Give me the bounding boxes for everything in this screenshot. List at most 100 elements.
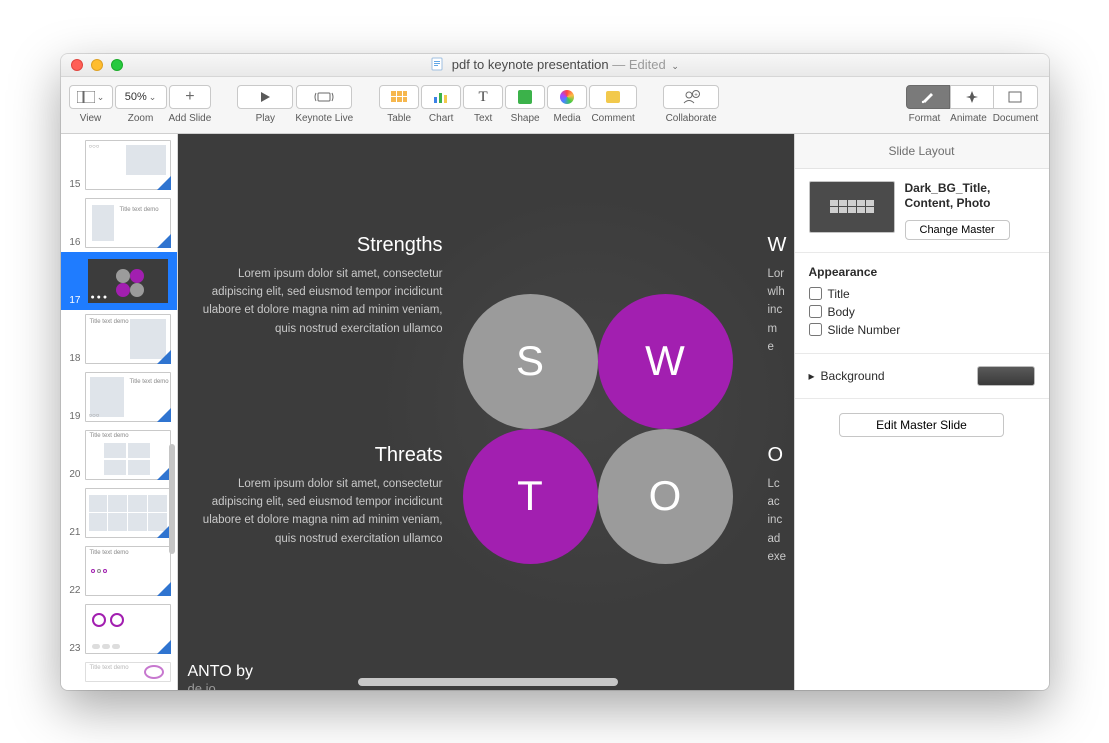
edit-master-slide-button[interactable]: Edit Master Slide bbox=[839, 413, 1004, 437]
animate-button[interactable] bbox=[950, 85, 994, 109]
app-window: pdf to keynote presentation — Edited ⌄ ⌄… bbox=[61, 54, 1049, 690]
background-label: Background bbox=[821, 369, 885, 383]
comment-label: Comment bbox=[591, 113, 634, 124]
table-button[interactable] bbox=[379, 85, 419, 109]
chevron-down-icon: ⌄ bbox=[97, 92, 105, 103]
nav-slide[interactable]: 22 Title text demo bbox=[61, 542, 177, 600]
slide-thumbnail: Title text demo○○○ bbox=[85, 372, 171, 422]
canvas-scrollbar[interactable] bbox=[358, 678, 618, 686]
appearance-heading: Appearance bbox=[809, 265, 1035, 279]
chart-button[interactable] bbox=[421, 85, 461, 109]
media-button[interactable] bbox=[547, 85, 587, 109]
collaborate-button[interactable]: + bbox=[663, 85, 719, 109]
document-icon bbox=[430, 57, 444, 71]
threats-body: Lorem ipsum dolor sit amet, consectetur … bbox=[198, 475, 443, 549]
slide-number: 22 bbox=[67, 585, 81, 596]
shape-label: Shape bbox=[511, 113, 540, 124]
background-color-swatch[interactable] bbox=[977, 366, 1035, 386]
zoom-button[interactable]: 50% ⌄ bbox=[115, 85, 167, 109]
comment-icon bbox=[606, 91, 620, 103]
nav-slide[interactable]: 15 ○○○ bbox=[61, 136, 177, 194]
nav-slide[interactable]: 23 bbox=[61, 600, 177, 658]
slidenum-checkbox-row[interactable]: Slide Number bbox=[809, 323, 1035, 337]
slide-number: 18 bbox=[67, 353, 81, 364]
format-icon bbox=[920, 90, 936, 104]
document-button[interactable] bbox=[994, 85, 1038, 109]
titlebar: pdf to keynote presentation — Edited ⌄ bbox=[61, 54, 1049, 77]
swot-w-circle: W bbox=[598, 294, 733, 429]
text-button[interactable]: T bbox=[463, 85, 503, 109]
toolbar: ⌄ View 50% ⌄ Zoom + Add Slide Play K bbox=[61, 77, 1049, 134]
chart-icon bbox=[433, 91, 449, 103]
slide-thumbnail: Title text demo bbox=[85, 546, 171, 596]
nav-slide[interactable]: 21 bbox=[61, 484, 177, 542]
nav-slide-selected[interactable]: 17 ● ● ● bbox=[61, 252, 177, 310]
shape-icon bbox=[518, 90, 532, 104]
document-label: Document bbox=[991, 113, 1041, 124]
minimize-window-button[interactable] bbox=[91, 59, 103, 71]
play-label: Play bbox=[256, 113, 275, 124]
window-controls bbox=[61, 59, 123, 71]
view-icon bbox=[77, 91, 95, 103]
background-disclosure[interactable]: ▸ Background bbox=[809, 369, 885, 383]
slidenum-checkbox[interactable] bbox=[809, 323, 822, 336]
body-checkbox-row[interactable]: Body bbox=[809, 305, 1035, 319]
nav-slide[interactable]: 16 Title text demo bbox=[61, 194, 177, 252]
table-icon bbox=[391, 91, 407, 103]
title-checkbox[interactable] bbox=[809, 287, 822, 300]
slide-thumbnail: Title text demo bbox=[85, 430, 171, 480]
slide-navigator[interactable]: 15 ○○○ 16 Title text demo 17 ● ● ● 18 bbox=[61, 134, 178, 690]
slide-thumbnail: ● ● ● bbox=[85, 256, 171, 306]
title-dropdown-icon[interactable]: ⌄ bbox=[671, 61, 679, 71]
inspector-header: Slide Layout bbox=[795, 134, 1049, 169]
window-edited-status: — Edited bbox=[612, 57, 665, 72]
view-label: View bbox=[80, 113, 102, 124]
format-label: Format bbox=[903, 113, 947, 124]
change-master-button[interactable]: Change Master bbox=[905, 220, 1010, 240]
brand-block: ANTO by de.io bbox=[188, 663, 254, 690]
master-name: Dark_BG_Title, Content, Photo bbox=[905, 181, 1035, 212]
keynote-live-button[interactable] bbox=[296, 85, 352, 109]
slidenum-checkbox-label: Slide Number bbox=[828, 323, 901, 337]
swot-o-circle: O bbox=[598, 429, 733, 564]
zoom-value: 50% bbox=[125, 91, 147, 103]
keynote-live-label: Keynote Live bbox=[295, 113, 353, 124]
comment-button[interactable] bbox=[589, 85, 637, 109]
zoom-window-button[interactable] bbox=[111, 59, 123, 71]
slide-number: 15 bbox=[67, 179, 81, 190]
slide-number: 23 bbox=[67, 643, 81, 654]
window-title: pdf to keynote presentation — Edited ⌄ bbox=[61, 57, 1049, 72]
slide-thumbnail: Title text demo bbox=[85, 662, 171, 682]
slide-number: 21 bbox=[67, 527, 81, 538]
text-label: Text bbox=[474, 113, 492, 124]
nav-slide[interactable]: Title text demo bbox=[61, 658, 177, 686]
format-button[interactable] bbox=[906, 85, 950, 109]
body-checkbox[interactable] bbox=[809, 305, 822, 318]
slide-thumbnail: ○○○ bbox=[85, 140, 171, 190]
table-label: Table bbox=[387, 113, 411, 124]
chevron-down-icon: ⌄ bbox=[149, 92, 157, 103]
nav-slide[interactable]: 19 Title text demo○○○ bbox=[61, 368, 177, 426]
close-window-button[interactable] bbox=[71, 59, 83, 71]
play-button[interactable] bbox=[237, 85, 293, 109]
chart-label: Chart bbox=[429, 113, 453, 124]
zoom-label: Zoom bbox=[128, 113, 154, 124]
disclosure-triangle-icon: ▸ bbox=[809, 369, 815, 383]
slide-content[interactable]: Strengths Lorem ipsum dolor sit amet, co… bbox=[178, 134, 794, 690]
title-checkbox-row[interactable]: Title bbox=[809, 287, 1035, 301]
title-checkbox-label: Title bbox=[828, 287, 850, 301]
add-slide-button[interactable]: + bbox=[169, 85, 211, 109]
slide-number: 16 bbox=[67, 237, 81, 248]
slide-thumbnail bbox=[85, 604, 171, 654]
slide-number: 17 bbox=[67, 295, 81, 306]
window-title-text: pdf to keynote presentation bbox=[452, 57, 609, 72]
swot-t-circle: T bbox=[463, 429, 598, 564]
svg-text:+: + bbox=[694, 93, 698, 99]
nav-slide[interactable]: 18 Title text demo bbox=[61, 310, 177, 368]
slide-canvas[interactable]: Strengths Lorem ipsum dolor sit amet, co… bbox=[178, 134, 794, 690]
nav-scrollbar[interactable] bbox=[169, 444, 175, 554]
nav-slide[interactable]: 20 Title text demo bbox=[61, 426, 177, 484]
view-button[interactable]: ⌄ bbox=[69, 85, 113, 109]
shape-button[interactable] bbox=[505, 85, 545, 109]
keynote-live-icon bbox=[314, 91, 334, 103]
